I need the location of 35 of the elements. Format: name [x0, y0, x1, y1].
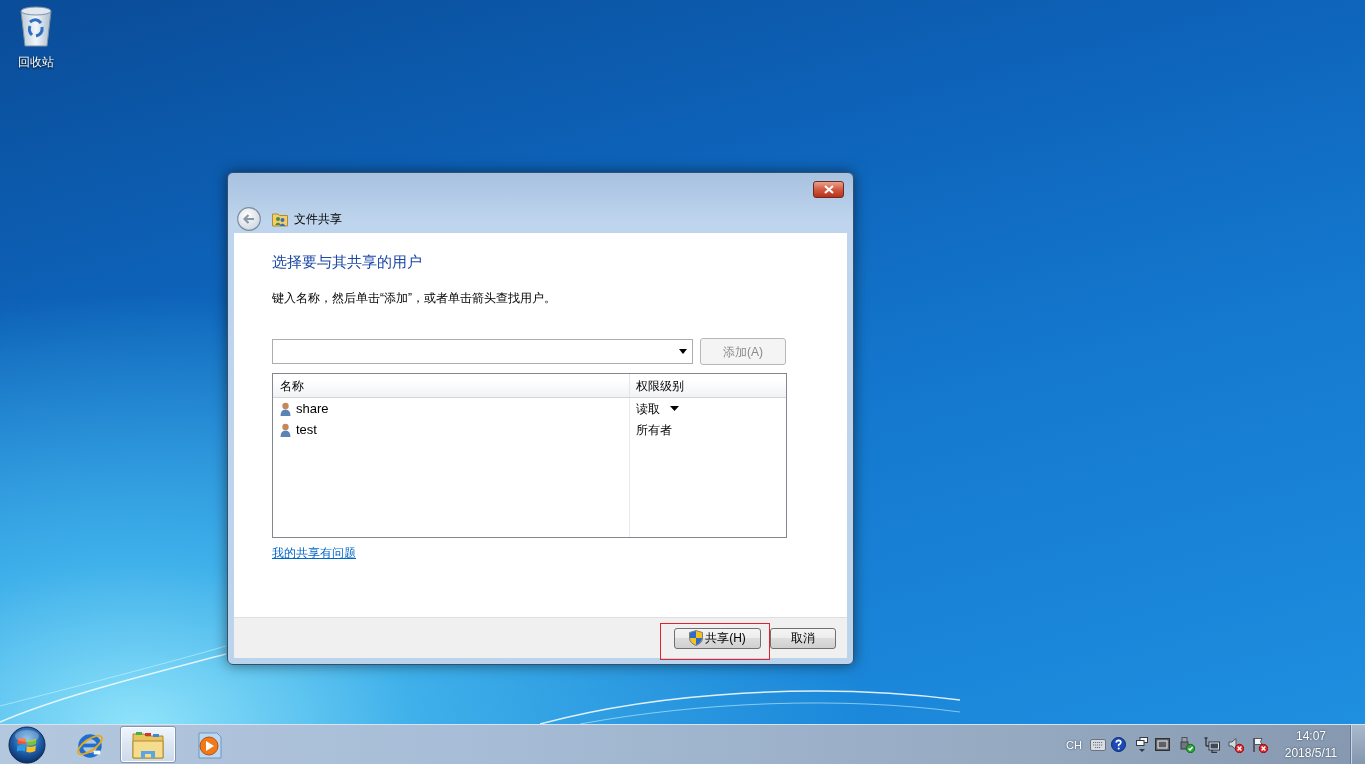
user-name[interactable]: test: [296, 421, 317, 438]
cancel-button[interactable]: 取消: [770, 627, 836, 649]
instruction-text: 键入名称，然后单击“添加”，或者单击箭头查找用户。: [272, 290, 556, 306]
network-icon[interactable]: [1204, 736, 1220, 753]
taskbar-button[interactable]: [120, 726, 176, 763]
close-icon: [823, 185, 834, 194]
permission-label: 所有者: [636, 421, 672, 438]
flag-error-icon[interactable]: [1252, 736, 1268, 753]
back-button[interactable]: [237, 207, 261, 231]
keyboard-icon[interactable]: [1090, 738, 1106, 751]
caret-icon: [670, 406, 679, 411]
caret-icon: [679, 349, 687, 354]
shared-folder-icon: [272, 211, 288, 227]
shield-icon: [689, 630, 704, 646]
start-orb-icon: [8, 725, 46, 764]
help-link[interactable]: 我的共享有问题: [272, 546, 356, 560]
window-title: 文件共享: [294, 211, 342, 227]
user-icon: [280, 401, 291, 416]
speaker-muted-icon[interactable]: [1228, 736, 1244, 753]
user-name[interactable]: share: [296, 400, 329, 417]
help-icon[interactable]: [1111, 737, 1126, 752]
column-header[interactable]: 权限级别: [630, 374, 786, 397]
recycle-bin-icon[interactable]: [19, 5, 53, 47]
tile-icon[interactable]: [1155, 738, 1170, 751]
window-arrow-icon[interactable]: [1136, 736, 1148, 753]
desktop-icon-label[interactable]: 回收站: [18, 55, 54, 69]
user-icon: [280, 422, 291, 437]
permission-dropdown[interactable]: 读取: [636, 399, 679, 418]
usb-check-icon[interactable]: [1179, 736, 1195, 753]
close-button[interactable]: [813, 181, 844, 198]
share-button[interactable]: 共享(H): [674, 627, 761, 649]
column-header[interactable]: 名称: [273, 374, 630, 397]
main-heading: 选择要与其共享的用户: [272, 253, 422, 271]
folder-icon: [132, 729, 164, 760]
show-desktop-button[interactable]: [1350, 725, 1365, 764]
